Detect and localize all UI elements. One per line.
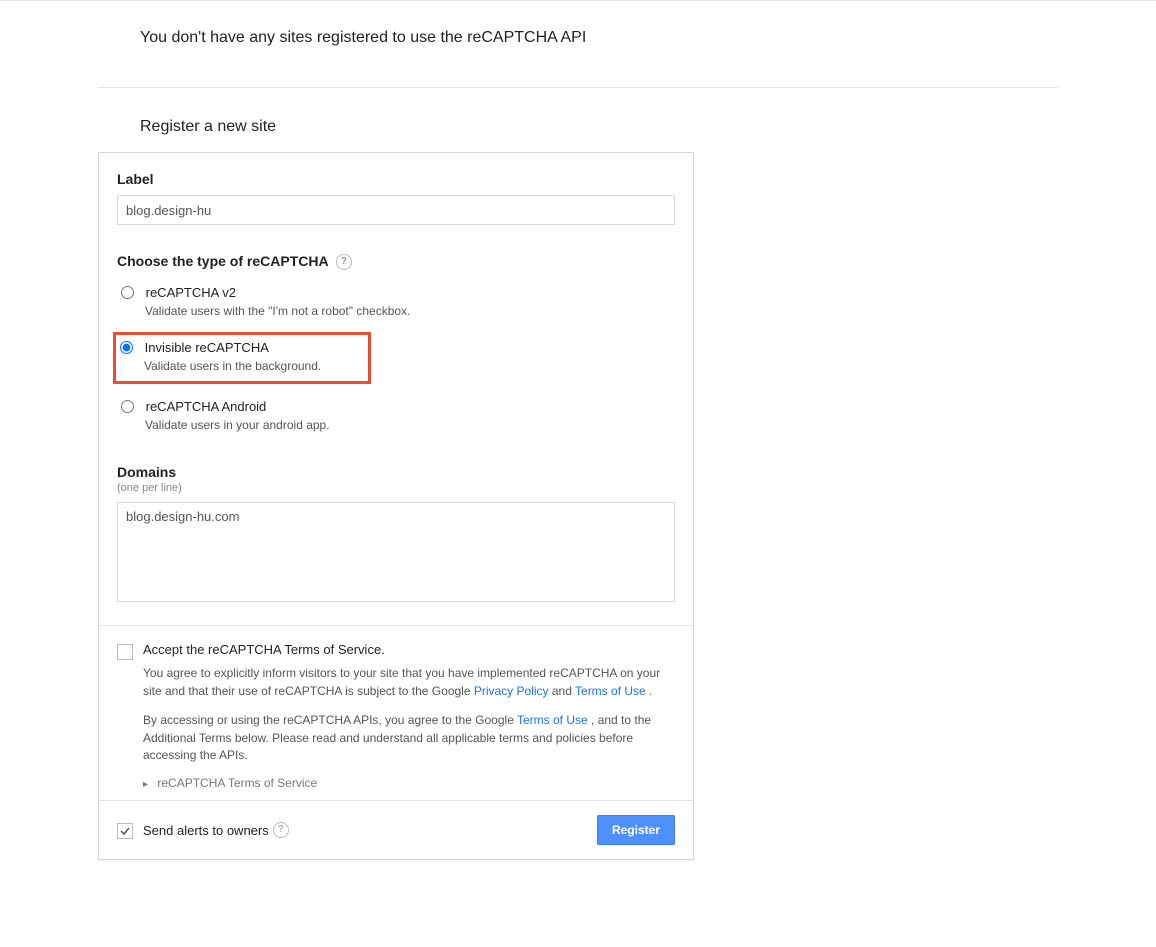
tos-paragraph-1: You agree to explicitly inform visitors … [143,665,675,700]
register-section-title: Register a new site [0,88,1156,152]
radio-v2-desc: Validate users with the "I'm not a robot… [145,304,675,318]
tos-paragraph-2: By accessing or using the reCAPTCHA APIs… [143,712,675,764]
no-sites-message: You don't have any sites registered to u… [0,1,1156,87]
help-icon[interactable]: ? [336,254,352,270]
radio-option-v2[interactable]: reCAPTCHA v2 Validate users with the "I'… [117,280,675,322]
accept-tos-label: Accept the reCAPTCHA Terms of Service. [143,642,675,657]
radio-android-title: reCAPTCHA Android [146,399,267,414]
accept-tos-checkbox[interactable] [117,644,133,660]
type-header: Choose the type of reCAPTCHA ? [117,253,675,270]
radio-invisible[interactable] [120,341,133,354]
radio-android-desc: Validate users in your android app. [145,418,675,432]
card-footer: Send alerts to owners ? Register [99,800,693,859]
terms-of-use-link-2[interactable]: Terms of Use [517,713,588,727]
check-icon [120,826,130,836]
tos-p2-pre: By accessing or using the reCAPTCHA APIs… [143,713,517,727]
terms-of-use-link-1[interactable]: Terms of Use [575,684,646,698]
label-input[interactable] [117,195,675,225]
register-card: Label Choose the type of reCAPTCHA ? reC… [98,152,694,860]
domains-textarea[interactable]: blog.design-hu.com [117,502,675,602]
tos-period1: . [649,684,652,698]
register-button[interactable]: Register [597,815,675,845]
radio-option-android[interactable]: reCAPTCHA Android Validate users in your… [117,394,675,436]
privacy-policy-link[interactable]: Privacy Policy [474,684,549,698]
radio-v2[interactable] [121,286,134,299]
send-alerts-checkbox[interactable] [117,823,133,839]
label-field-header: Label [117,171,675,187]
triangle-right-icon: ▸ [143,779,148,790]
tos-expand[interactable]: ▸ reCAPTCHA Terms of Service [143,776,675,790]
tos-expand-label: reCAPTCHA Terms of Service [157,776,317,790]
radio-invisible-desc: Validate users in the background. [144,359,360,373]
radio-option-invisible[interactable]: Invisible reCAPTCHA Validate users in th… [113,332,371,384]
type-header-text: Choose the type of reCAPTCHA [117,253,328,269]
send-alerts-label: Send alerts to owners [143,823,269,838]
help-icon[interactable]: ? [273,822,289,838]
tos-and1: and [552,684,575,698]
radio-invisible-title: Invisible reCAPTCHA [145,340,269,355]
radio-v2-title: reCAPTCHA v2 [146,285,236,300]
domains-hint: (one per line) [117,482,675,494]
radio-android[interactable] [121,400,134,413]
card-separator [99,625,693,626]
domains-header: Domains [117,464,675,480]
